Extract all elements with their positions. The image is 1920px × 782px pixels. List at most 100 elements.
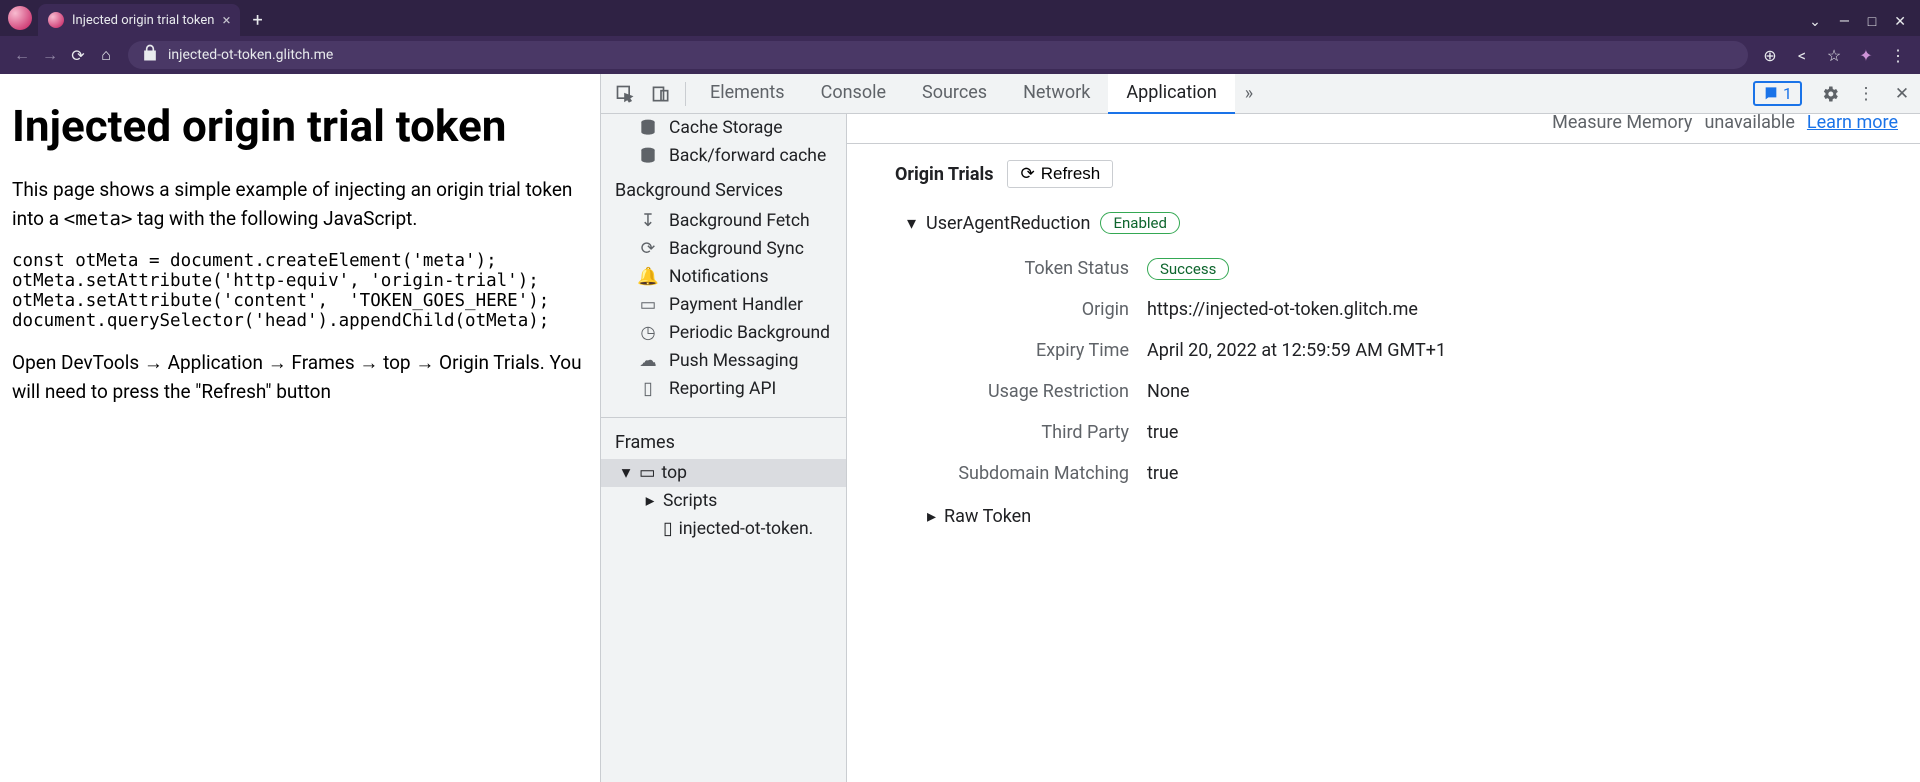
raw-token-row[interactable]: ▸ Raw Token — [847, 484, 1920, 527]
clock-icon: ◷ — [637, 323, 659, 343]
disclosure-triangle-icon[interactable]: ▾ — [907, 213, 916, 234]
minimize-button[interactable]: — — [1839, 14, 1850, 30]
origin-value: https://injected-ot-token.glitch.me — [1147, 299, 1900, 320]
measure-memory-value: unavailable — [1704, 114, 1794, 133]
zoom-icon[interactable]: ⊕ — [1756, 41, 1784, 69]
page-instructions: Open DevTools → Application → Frames → t… — [12, 349, 588, 406]
refresh-button[interactable]: ⟳ Refresh — [1007, 160, 1113, 188]
database-icon — [637, 118, 659, 138]
close-tab-icon[interactable]: × — [222, 11, 230, 29]
origin-trials-title: Origin Trials — [895, 164, 993, 185]
trial-status-badge: Enabled — [1100, 212, 1179, 234]
measure-memory-label: Measure Memory — [1552, 114, 1692, 133]
back-button[interactable]: ← — [8, 41, 36, 69]
rendered-page: Injected origin trial token This page sh… — [0, 74, 600, 782]
fetch-icon: ↧ — [637, 211, 659, 231]
third-party-value: true — [1147, 422, 1900, 443]
sidebar-item-bg-fetch[interactable]: ↧Background Fetch — [601, 207, 846, 235]
frame-scripts[interactable]: ▸ Scripts — [601, 487, 846, 515]
titlebar: Injected origin trial token × + ⌄ — □ ✕ — [0, 0, 1920, 36]
inspect-element-icon[interactable] — [607, 76, 643, 112]
usage-label: Usage Restriction — [847, 381, 1147, 402]
close-devtools-icon[interactable]: ✕ — [1884, 76, 1920, 112]
sidebar-item-periodic[interactable]: ◷Periodic Background — [601, 319, 846, 347]
token-status-value: Success — [1147, 258, 1229, 280]
sync-icon: ⟳ — [637, 239, 659, 259]
reload-button[interactable]: ⟳ — [64, 41, 92, 69]
trial-row[interactable]: ▾ UserAgentReduction Enabled — [847, 198, 1920, 242]
expiry-label: Expiry Time — [847, 340, 1147, 361]
tab-elements[interactable]: Elements — [692, 74, 803, 114]
code-sample: const otMeta = document.createElement('m… — [12, 251, 588, 331]
cloud-icon: ☁ — [637, 351, 659, 371]
refresh-icon: ⟳ — [1020, 164, 1034, 184]
raw-token-label: Raw Token — [944, 506, 1031, 527]
sidebar-item-reporting[interactable]: ▯Reporting API — [601, 375, 846, 403]
maximize-button[interactable]: □ — [1868, 13, 1876, 30]
browser-tab[interactable]: Injected origin trial token × — [38, 4, 240, 36]
usage-value: None — [1147, 381, 1900, 402]
sidebar-item-bg-sync[interactable]: ⟳Background Sync — [601, 235, 846, 263]
trial-details: Token Status Success Origin https://inje… — [847, 242, 1920, 484]
tab-title: Injected origin trial token — [72, 13, 214, 28]
settings-icon[interactable] — [1812, 76, 1848, 112]
subdomain-label: Subdomain Matching — [847, 463, 1147, 484]
sidebar-item-notifications[interactable]: 🔔Notifications — [601, 263, 846, 291]
close-window-button[interactable]: ✕ — [1894, 14, 1906, 30]
workspace: Injected origin trial token This page sh… — [0, 74, 1920, 782]
origin-trials-header: Origin Trials ⟳ Refresh — [847, 144, 1920, 198]
home-button[interactable]: ⌂ — [92, 41, 120, 69]
tab-application[interactable]: Application — [1108, 74, 1234, 114]
kebab-icon[interactable]: ⋮ — [1848, 76, 1884, 112]
new-tab-button[interactable]: + — [240, 4, 274, 36]
disclosure-triangle-icon[interactable]: ▸ — [643, 491, 657, 511]
window-icon: ▭ — [639, 463, 656, 483]
bell-icon: 🔔 — [637, 267, 659, 287]
learn-more-link[interactable]: Learn more — [1807, 114, 1898, 133]
application-sidebar: Cache Storage Back/forward cache Backgro… — [601, 114, 847, 782]
divider — [685, 82, 686, 106]
address-bar: ← → ⟳ ⌂ injected-ot-token.glitch.me ⊕ < … — [0, 36, 1920, 74]
token-status-label: Token Status — [847, 258, 1147, 279]
issues-count: 1 — [1783, 84, 1792, 103]
tab-network[interactable]: Network — [1005, 74, 1108, 114]
devtools-panel: Elements Console Sources Network Applica… — [600, 74, 1920, 782]
sidebar-group-bg-services: Background Services — [601, 170, 846, 207]
profile-avatar[interactable] — [8, 6, 32, 30]
more-tabs-icon[interactable]: » — [1235, 83, 1263, 104]
frame-leaf[interactable]: ▯ injected-ot-token. — [601, 515, 846, 543]
sidebar-item-payment[interactable]: ▭Payment Handler — [601, 291, 846, 319]
page-intro: This page shows a simple example of inje… — [12, 176, 588, 233]
extensions-icon[interactable]: ✦ — [1852, 41, 1880, 69]
disclosure-triangle-icon[interactable]: ▾ — [619, 463, 633, 483]
third-party-label: Third Party — [847, 422, 1147, 443]
frame-top[interactable]: ▾ ▭ top — [601, 459, 846, 487]
sidebar-item-bfcache[interactable]: Back/forward cache — [601, 142, 846, 170]
device-toolbar-icon[interactable] — [643, 76, 679, 112]
tab-console[interactable]: Console — [803, 74, 904, 114]
favicon-icon — [48, 12, 64, 28]
lock-icon — [140, 43, 160, 67]
disclosure-triangle-icon[interactable]: ▸ — [927, 506, 936, 527]
devtools-tab-bar: Elements Console Sources Network Applica… — [601, 74, 1920, 114]
sidebar-item-push[interactable]: ☁Push Messaging — [601, 347, 846, 375]
bookmark-icon[interactable]: ☆ — [1820, 41, 1848, 69]
file-icon: ▯ — [663, 519, 673, 539]
url-input[interactable]: injected-ot-token.glitch.me — [128, 41, 1748, 69]
page-h1: Injected origin trial token — [12, 100, 588, 152]
issues-chip[interactable]: 1 — [1753, 81, 1802, 106]
kebab-menu-icon[interactable]: ⋮ — [1884, 41, 1912, 69]
application-main-pane: Measure Memory unavailable Learn more Or… — [847, 114, 1920, 782]
tab-search-icon[interactable]: ⌄ — [1809, 14, 1821, 30]
sidebar-item-cache-storage[interactable]: Cache Storage — [601, 114, 846, 142]
sidebar-group-frames: Frames — [601, 418, 846, 459]
database-icon — [637, 146, 659, 166]
devtools-body: Cache Storage Back/forward cache Backgro… — [601, 114, 1920, 782]
forward-button[interactable]: → — [36, 41, 64, 69]
share-icon[interactable]: < — [1788, 41, 1816, 69]
card-icon: ▭ — [637, 295, 659, 315]
subdomain-value: true — [1147, 463, 1900, 484]
url-text: injected-ot-token.glitch.me — [168, 47, 333, 63]
tab-sources[interactable]: Sources — [904, 74, 1005, 114]
file-icon: ▯ — [637, 379, 659, 399]
